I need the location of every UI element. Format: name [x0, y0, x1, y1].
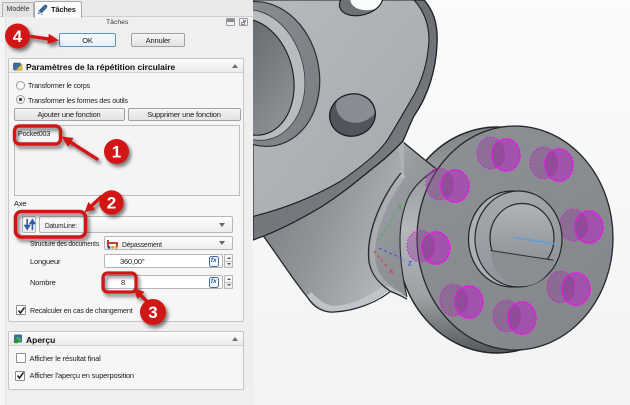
svg-text:2: 2 [107, 194, 116, 213]
svg-text:1: 1 [112, 143, 121, 162]
svg-text:4: 4 [13, 27, 23, 46]
svg-text:3: 3 [148, 303, 157, 322]
